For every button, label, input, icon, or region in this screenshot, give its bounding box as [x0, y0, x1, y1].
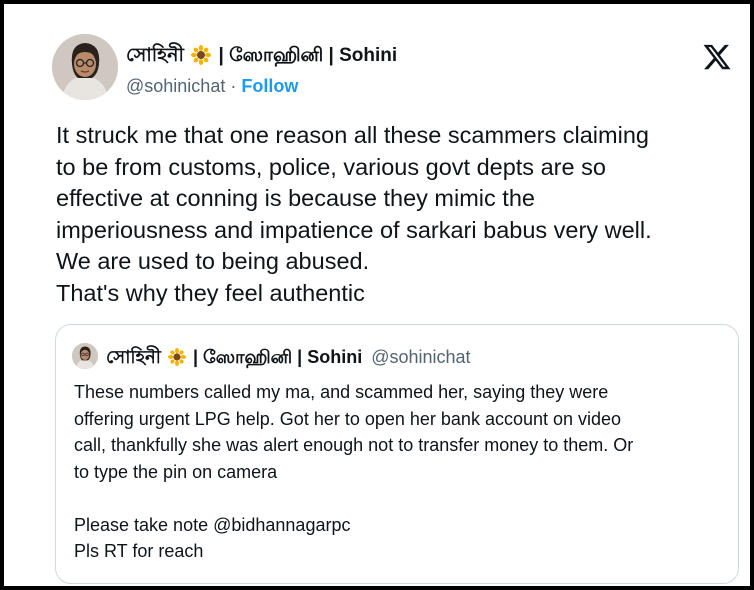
handle-row: @sohinichat · Follow — [126, 74, 397, 98]
tweet-line: It struck me that one reason all these s… — [56, 122, 649, 148]
quoted-text: These numbers called my ma, and scammed … — [74, 379, 724, 565]
quoted-display-name[interactable]: সোহিনী | ஸோஹினி | Sohini — [106, 347, 367, 367]
author-block: সোহিনী | ஸோஹினி | Sohini @sohinichat · F… — [126, 44, 397, 98]
author-display-name[interactable]: সোহিনী | ஸோஹினி | Sohini — [126, 44, 397, 68]
separator-dot: · — [230, 76, 237, 96]
author-handle[interactable]: @sohinichat — [126, 76, 225, 96]
quoted-tweet[interactable]: সোহিনী | ஸோஹினி | Sohini @sohinichat The… — [55, 324, 739, 584]
quoted-line: These numbers called my ma, and scammed … — [74, 382, 609, 402]
sunflower-icon — [167, 348, 186, 366]
quoted-line: Pls RT for reach — [74, 541, 204, 561]
tweet-line: imperiousness and impatience of sarkari … — [56, 216, 652, 243]
quoted-avatar[interactable] — [72, 343, 98, 369]
quoted-name-rest: | ஸோஹினி | Sohini — [192, 347, 363, 367]
quoted-line: to type the pin on camera — [74, 461, 278, 482]
follow-button[interactable]: Follow — [241, 76, 298, 96]
author-name-bengali: সোহিনী — [126, 45, 184, 66]
tweet-line: to be from customs, police, various govt… — [56, 153, 606, 180]
x-logo-icon[interactable] — [702, 42, 732, 72]
quoted-line: call, thankfully she was alert enough no… — [74, 435, 634, 455]
tweet-line: effective at conning is because they mim… — [56, 185, 535, 211]
avatar[interactable] — [52, 34, 118, 100]
tweet-card: সোহিনী | ஸோஹினி | Sohini @sohinichat · F… — [0, 0, 754, 590]
author-name-rest: | ஸோஹினி | Sohini — [218, 45, 398, 66]
tweet-line: That's why they feel authentic — [56, 279, 365, 306]
tweet-line: We are used to being abused. — [56, 248, 370, 274]
tweet-text: It struck me that one reason all these s… — [56, 120, 736, 309]
quoted-line: Please take note @bidhannagarpc — [74, 514, 351, 535]
sunflower-icon — [191, 45, 212, 65]
tweet-header: সোহিনী | ஸோஹினி | Sohini @sohinichat · F… — [52, 34, 742, 104]
quoted-handle[interactable]: @sohinichat — [371, 347, 470, 367]
quoted-author-block: সোহিনী | ஸோஹினி | Sohini @sohinichat — [106, 345, 471, 369]
quoted-name-bengali: সোহিনী — [106, 347, 161, 367]
quoted-line: offering urgent LPG help. Got her to ope… — [74, 408, 622, 429]
